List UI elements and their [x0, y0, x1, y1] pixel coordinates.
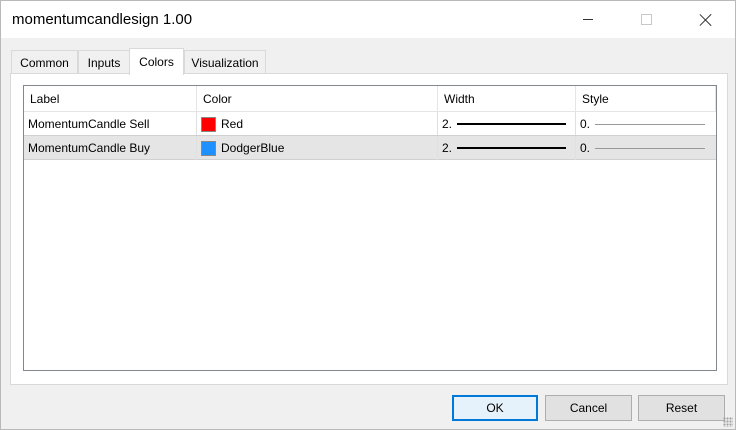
minimize-button[interactable]	[565, 1, 611, 38]
row-width[interactable]: 2.	[438, 136, 576, 160]
tab-inputs[interactable]: Inputs	[78, 50, 130, 74]
row-label: MomentumCandle Sell	[24, 112, 197, 136]
color-name: DodgerBlue	[221, 141, 285, 155]
dialog-window: momentumcandlesign 1.00 Common Inputs Co…	[0, 0, 736, 430]
row-color[interactable]: DodgerBlue	[197, 136, 438, 160]
window-title: momentumcandlesign 1.00	[12, 11, 193, 28]
maximize-icon	[640, 14, 652, 25]
width-preview-line	[457, 147, 567, 149]
color-swatch-dodgerblue	[201, 140, 216, 156]
width-value: 2.	[442, 117, 453, 131]
reset-button[interactable]: Reset	[638, 395, 725, 421]
tab-common[interactable]: Common	[11, 50, 78, 74]
colors-tab-panel: Label Color Width Style MomentumCandle S…	[10, 73, 728, 385]
width-preview-line	[457, 123, 567, 125]
style-value: 0.	[580, 141, 591, 155]
style-preview-line	[595, 123, 706, 125]
resize-grip-icon[interactable]	[723, 417, 733, 427]
column-header-label[interactable]: Label	[24, 86, 197, 111]
color-swatch-red	[201, 116, 216, 132]
color-name: Red	[221, 117, 244, 131]
width-value: 2.	[442, 141, 453, 155]
table-row[interactable]: MomentumCandle Sell Red 2. 0.	[24, 112, 716, 137]
tab-colors[interactable]: Colors	[129, 48, 184, 75]
close-button[interactable]	[683, 1, 729, 38]
style-value: 0.	[580, 117, 591, 131]
maximize-button	[623, 1, 669, 38]
colors-list: Label Color Width Style MomentumCandle S…	[23, 85, 717, 371]
column-header-style[interactable]: Style	[576, 86, 716, 111]
cancel-button[interactable]: Cancel	[545, 395, 632, 421]
minimize-icon	[583, 19, 593, 20]
row-label: MomentumCandle Buy	[24, 136, 197, 160]
column-header-width[interactable]: Width	[438, 86, 576, 111]
close-icon	[699, 13, 713, 27]
tab-visualization[interactable]: Visualization	[184, 50, 266, 74]
style-preview-line	[595, 147, 706, 149]
row-style[interactable]: 0.	[576, 136, 716, 160]
list-header: Label Color Width Style	[24, 86, 716, 112]
column-header-color[interactable]: Color	[197, 86, 438, 111]
row-style[interactable]: 0.	[576, 112, 716, 136]
ok-button[interactable]: OK	[452, 395, 538, 421]
row-color[interactable]: Red	[197, 112, 438, 136]
title-bar[interactable]: momentumcandlesign 1.00	[1, 1, 735, 38]
table-row[interactable]: MomentumCandle Buy DodgerBlue 2. 0.	[24, 135, 716, 160]
row-width[interactable]: 2.	[438, 112, 576, 136]
